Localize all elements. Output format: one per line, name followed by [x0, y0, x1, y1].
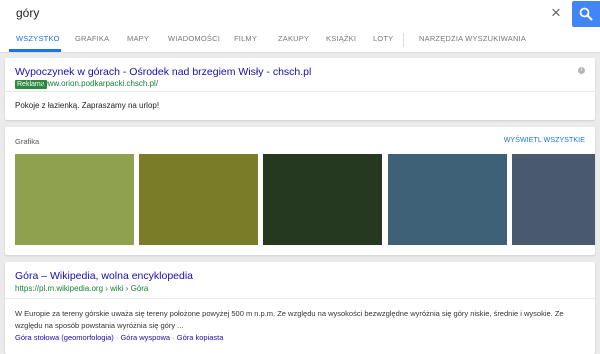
- search-tabs: WSZYSTKO GRAFIKA MAPY WIADOMOŚCI FILMY Z…: [0, 28, 600, 52]
- tab-separator: [403, 33, 404, 47]
- tab-search-tools[interactable]: NARZĘDZIA WYSZUKIWANIA: [419, 34, 526, 43]
- image-thumbnail[interactable]: [263, 154, 382, 245]
- tab-shopping[interactable]: ZAKUPY: [278, 34, 309, 43]
- tab-books[interactable]: KSIĄŻKI: [326, 34, 356, 43]
- ad-description: Pokoje z łazienką. Zapraszamy na urlop!: [15, 101, 160, 110]
- search-header: góry × WSZYSTKO GRAFIKA MAPY WIADOMOŚCI …: [0, 0, 600, 53]
- active-tab-indicator: [9, 49, 61, 52]
- tab-images[interactable]: GRAFIKA: [75, 34, 109, 43]
- search-button[interactable]: [572, 1, 600, 27]
- ad-result-card: Wypoczynek w górach - Ośrodek nad brzegi…: [5, 58, 595, 120]
- search-box[interactable]: góry ×: [0, 0, 600, 28]
- divider: [5, 298, 595, 299]
- search-icon: [579, 7, 593, 21]
- clear-icon[interactable]: ×: [547, 3, 565, 23]
- divider: [5, 91, 595, 92]
- image-results-card: Grafika WYŚWIETL WSZYSTKIE: [5, 127, 595, 255]
- search-input[interactable]: góry: [16, 6, 39, 20]
- tab-flights[interactable]: LOTY: [373, 34, 393, 43]
- image-section-header: Grafika: [15, 137, 40, 146]
- image-thumbnail[interactable]: [512, 154, 595, 245]
- sitelink[interactable]: Góra stołowa (geomorfologia): [15, 333, 114, 342]
- result-snippet: W Europie za tereny górskie uważa się te…: [15, 309, 564, 330]
- ad-title-link[interactable]: Wypoczynek w górach - Ośrodek nad brzegi…: [15, 66, 311, 78]
- result-title-link[interactable]: Góra – Wikipedia, wolna encyklopedia: [15, 270, 193, 282]
- search-result-card: Góra – Wikipedia, wolna encyklopedia htt…: [5, 262, 595, 354]
- show-all-images-link[interactable]: WYŚWIETL WSZYSTKIE: [504, 137, 585, 144]
- result-url[interactable]: https://pl.m.wikipedia.org › wiki › Góra: [15, 284, 148, 293]
- image-thumbnail[interactable]: [15, 154, 134, 245]
- tab-news[interactable]: WIADOMOŚCI: [168, 34, 220, 43]
- info-icon[interactable]: i: [578, 67, 585, 74]
- image-thumbnail[interactable]: [139, 154, 258, 245]
- ad-url[interactable]: www.orion.podkarpacki.chsch.pl/: [42, 79, 158, 88]
- tab-maps[interactable]: MAPY: [127, 34, 149, 43]
- sitelink[interactable]: Góra wyspowa: [120, 333, 170, 342]
- sitelink[interactable]: Góra kopiasta: [177, 333, 224, 342]
- image-thumbnail[interactable]: [388, 154, 507, 245]
- result-sitelinks: Góra stołowa (geomorfologia) · Góra wysp…: [15, 333, 224, 342]
- tab-videos[interactable]: FILMY: [234, 34, 257, 43]
- tab-all[interactable]: WSZYSTKO: [16, 34, 60, 43]
